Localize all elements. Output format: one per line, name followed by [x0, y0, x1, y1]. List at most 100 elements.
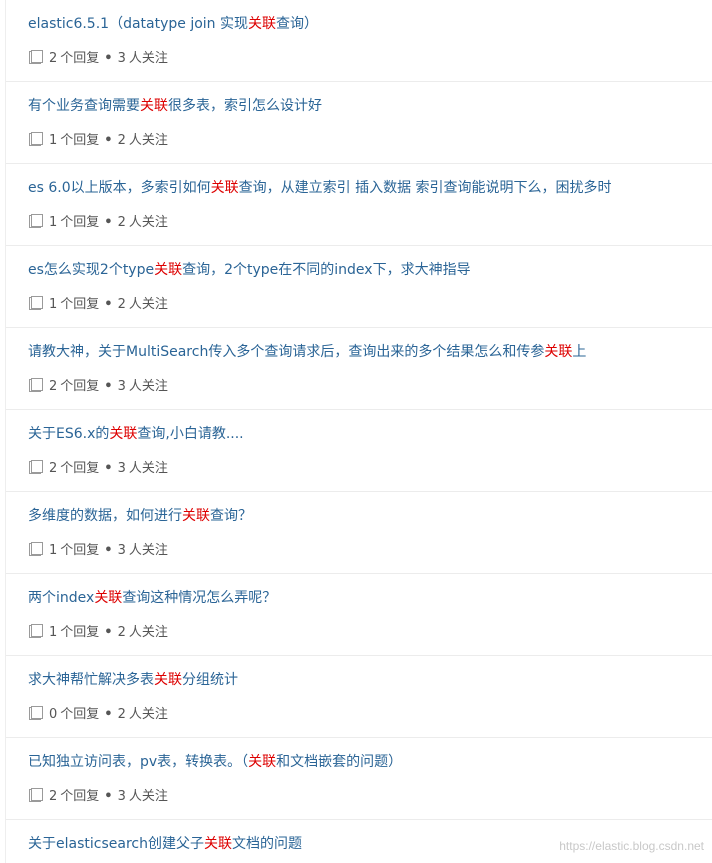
reply-count: 2 — [49, 789, 58, 804]
follower-label: 人关注 — [128, 215, 168, 230]
meta-separator: • — [104, 297, 113, 312]
question-title-link[interactable]: 请教大神，关于MultiSearch传入多个查询请求后，查询出来的多个结果怎么和… — [28, 342, 586, 362]
reply-label: 个回复 — [60, 461, 100, 476]
follower-count: 2 — [117, 625, 126, 640]
highlight-keyword: 关联 — [109, 426, 138, 442]
highlight-keyword: 关联 — [210, 180, 239, 196]
book-icon — [28, 214, 43, 236]
title-text: 关于ES6.x的 — [28, 426, 110, 442]
meta-separator: • — [104, 707, 113, 722]
follower-label: 人关注 — [128, 461, 168, 476]
follower-count: 2 — [117, 215, 126, 230]
question-item: es 6.0以上版本，多索引如何关联查询，从建立索引 插入数据 索引查询能说明下… — [6, 164, 712, 246]
question-list-page: elastic6.5.1（datatype join 实现关联查询） 2 个回复 • 3… — [0, 0, 712, 863]
book-icon — [28, 788, 43, 810]
question-item: 有个业务查询需要关联很多表，索引怎么设计好 1 个回复 • 2 人关注 — [6, 82, 712, 164]
question-title-link[interactable]: 两个index关联查询这种情况怎么弄呢？ — [28, 588, 276, 608]
highlight-keyword: 关联 — [154, 262, 183, 278]
title-text: es 6.0以上版本，多索引如何 — [28, 180, 211, 196]
reply-count: 1 — [49, 215, 58, 230]
meta-separator: • — [104, 51, 113, 66]
question-title-link[interactable]: 有个业务查询需要关联很多表，索引怎么设计好 — [28, 96, 322, 116]
title-text: 查询？ — [210, 508, 252, 524]
reply-label: 个回复 — [60, 543, 100, 558]
follower-count: 3 — [117, 379, 126, 394]
book-icon — [28, 624, 43, 646]
highlight-keyword: 关联 — [544, 344, 573, 360]
title-text: 有个业务查询需要 — [28, 98, 140, 114]
question-title-link[interactable]: 已知独立访问表，pv表，转换表。（关联和文档嵌套的问题） — [28, 752, 402, 772]
question-item: 求大神帮忙解决多表关联分组统计 0 个回复 • 2 人关注 — [6, 656, 712, 738]
highlight-keyword: 关联 — [203, 836, 232, 852]
question-title-link[interactable]: 关于ES6.x的关联查询,小白请教.... — [28, 424, 244, 444]
question-title-link[interactable]: 多维度的数据，如何进行关联查询？ — [28, 506, 252, 526]
reply-count: 0 — [49, 707, 58, 722]
title-text: 查询，2个type在不同的index下，求大神指导 — [182, 262, 471, 278]
question-title-link[interactable]: es怎么实现2个type关联查询，2个type在不同的index下，求大神指导 — [28, 260, 471, 280]
question-item: 两个index关联查询这种情况怎么弄呢？ 1 个回复 • 2 人关注 — [6, 574, 712, 656]
reply-count: 1 — [49, 625, 58, 640]
follower-label: 人关注 — [128, 297, 168, 312]
follower-label: 人关注 — [128, 789, 168, 804]
book-icon — [28, 296, 43, 318]
title-text: 关于elasticsearch创建父子 — [28, 836, 204, 852]
title-text: 分组统计 — [182, 672, 238, 688]
book-icon — [28, 542, 43, 564]
question-meta: 2 个回复 • 3 人关注 — [28, 459, 168, 479]
reply-label: 个回复 — [60, 297, 100, 312]
question-item: 请教大神，关于MultiSearch传入多个查询请求后，查询出来的多个结果怎么和… — [6, 328, 712, 410]
meta-separator: • — [104, 215, 113, 230]
title-text: 上 — [572, 344, 587, 360]
title-text: 查询,小白请教.... — [137, 426, 244, 442]
question-item: es怎么实现2个type关联查询，2个type在不同的index下，求大神指导 1… — [6, 246, 712, 328]
reply-label: 个回复 — [60, 133, 100, 148]
title-text: elastic6.5.1（datatype join 实现 — [28, 16, 249, 32]
question-title-link[interactable]: 求大神帮忙解决多表关联分组统计 — [28, 670, 238, 690]
reply-count: 1 — [49, 543, 58, 558]
meta-separator: • — [104, 461, 113, 476]
title-text: es怎么实现2个type — [28, 262, 155, 278]
question-item: 关于ES6.x的关联查询,小白请教.... 2 个回复 • 3 人关注 — [6, 410, 712, 492]
reply-label: 个回复 — [60, 215, 100, 230]
reply-count: 1 — [49, 297, 58, 312]
follower-label: 人关注 — [128, 707, 168, 722]
title-text: 多维度的数据，如何进行 — [28, 508, 182, 524]
book-icon — [28, 132, 43, 154]
book-icon — [28, 460, 43, 482]
reply-count: 2 — [49, 51, 58, 66]
title-text: 很多表，索引怎么设计好 — [168, 98, 322, 114]
reply-label: 个回复 — [60, 51, 100, 66]
follower-count: 3 — [117, 461, 126, 476]
follower-count: 3 — [117, 51, 126, 66]
question-meta: 1 个回复 • 3 人关注 — [28, 541, 168, 561]
meta-separator: • — [104, 133, 113, 148]
question-meta: 1 个回复 • 2 人关注 — [28, 213, 168, 233]
question-meta: 2 个回复 • 3 人关注 — [28, 49, 168, 69]
follower-count: 2 — [117, 707, 126, 722]
follower-label: 人关注 — [128, 51, 168, 66]
question-title-link[interactable]: elastic6.5.1（datatype join 实现关联查询） — [28, 14, 318, 34]
title-text: 查询） — [276, 16, 319, 32]
question-meta: 0 个回复 • 2 人关注 — [28, 705, 168, 725]
reply-count: 2 — [49, 461, 58, 476]
question-meta: 1 个回复 • 2 人关注 — [28, 623, 168, 643]
question-meta: 1 个回复 • 2 人关注 — [28, 295, 168, 315]
meta-separator: • — [104, 789, 113, 804]
question-title-link[interactable]: 关于elasticsearch创建父子关联文档的问题 — [28, 834, 302, 854]
follower-label: 人关注 — [128, 625, 168, 640]
title-text: 求大神帮忙解决多表 — [28, 672, 154, 688]
book-icon — [28, 50, 43, 72]
reply-label: 个回复 — [60, 707, 100, 722]
question-item: elastic6.5.1（datatype join 实现关联查询） 2 个回复 • 3… — [6, 0, 712, 82]
reply-label: 个回复 — [60, 625, 100, 640]
question-title-link[interactable]: es 6.0以上版本，多索引如何关联查询，从建立索引 插入数据 索引查询能说明下… — [28, 178, 612, 198]
book-icon — [28, 378, 43, 400]
title-text: 请教大神，关于MultiSearch传入多个查询请求后，查询出来的多个结果怎么和… — [28, 344, 545, 360]
title-text: 查询，从建立索引 插入数据 索引查询能说明下么，困扰多时 — [238, 180, 612, 196]
meta-separator: • — [104, 625, 113, 640]
follower-count: 3 — [117, 789, 126, 804]
book-icon — [28, 706, 43, 728]
highlight-keyword: 关联 — [154, 672, 182, 688]
title-text: 两个index — [28, 590, 95, 606]
reply-label: 个回复 — [60, 789, 100, 804]
